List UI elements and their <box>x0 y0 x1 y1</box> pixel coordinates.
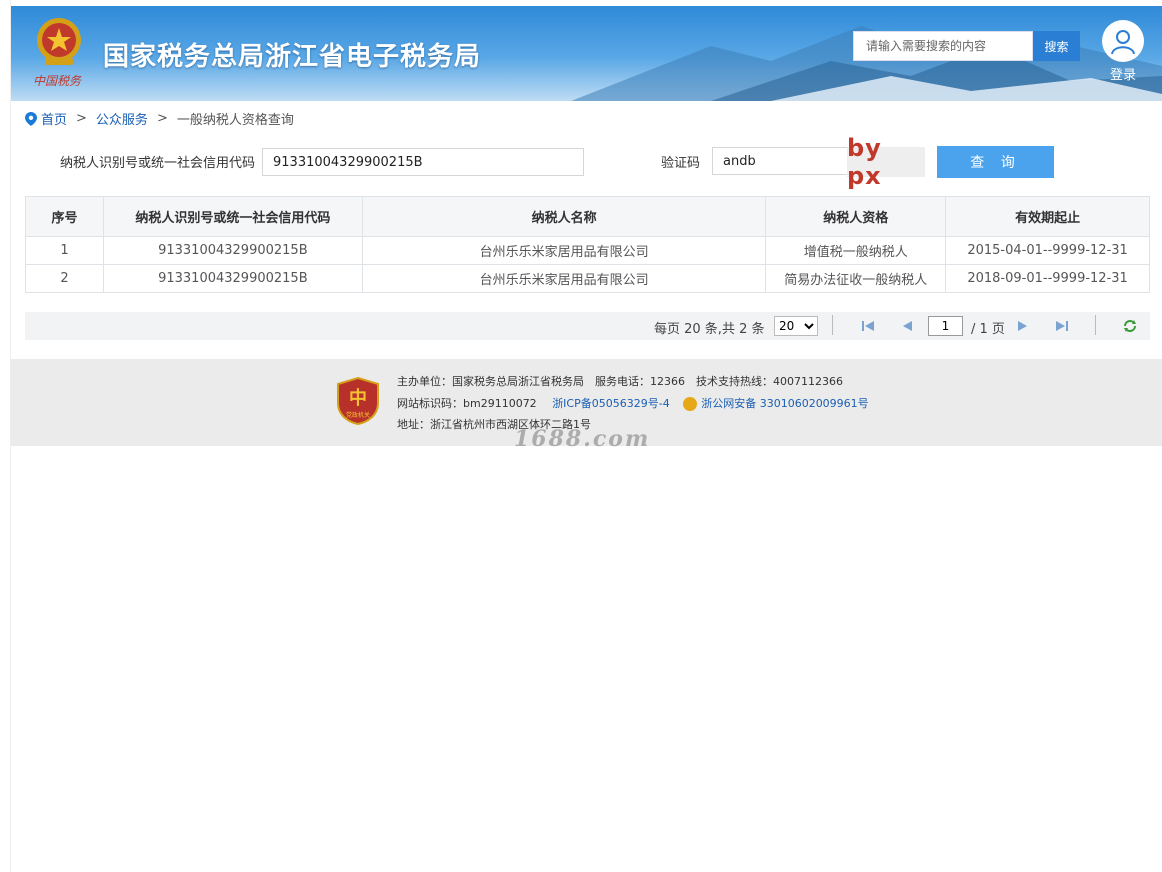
cell-qualification: 增值税一般纳税人 <box>765 236 947 265</box>
refresh-icon[interactable] <box>1122 318 1138 334</box>
footer-site-id: 网站标识码：bm29110072 <box>397 397 537 410</box>
prev-page-icon[interactable] <box>900 318 916 334</box>
page-size-select[interactable]: 20 <box>774 316 818 336</box>
header-banner: 中国税务 国家税务总局浙江省电子税务局 搜索 登录 <box>11 6 1162 101</box>
cell-taxpayer-name: 台州乐乐米家居用品有限公司 <box>361 236 767 265</box>
search-button[interactable]: 搜索 <box>1033 31 1080 61</box>
taxpayer-id-label: 纳税人识别号或统一社会信用代码 <box>60 156 256 171</box>
last-page-icon[interactable] <box>1054 318 1070 334</box>
breadcrumb-separator: > <box>156 111 168 126</box>
page: 中国税务 国家税务总局浙江省电子税务局 搜索 登录 首页 > 公众服务 > 一般… <box>11 6 1162 452</box>
col-header-validity: 有效期起止 <box>945 196 1150 237</box>
total-pages-label: / 1 页 <box>971 322 1005 337</box>
footer-site-info: 网站标识码：bm29110072 浙ICP备05056329号-4 浙公网安备 … <box>397 395 869 411</box>
col-header-taxpayer-name: 纳税人名称 <box>361 196 767 237</box>
first-page-icon[interactable] <box>860 318 876 334</box>
breadcrumb-separator: > <box>76 111 87 126</box>
captcha-image[interactable]: by px <box>847 134 925 190</box>
col-header-qualification: 纳税人资格 <box>765 196 947 237</box>
search-input[interactable] <box>853 31 1033 61</box>
table-header-row: 序号 纳税人识别号或统一社会信用代码 纳税人名称 纳税人资格 有效期起止 <box>25 196 1150 237</box>
tax-emblem-icon <box>37 18 81 65</box>
captcha-label: 验证码 <box>661 156 701 171</box>
table-row[interactable]: 1 91331004329900215B 台州乐乐米家居用品有限公司 增值税一般… <box>25 236 1150 265</box>
watermark: 1688.com <box>514 426 651 452</box>
taxpayer-id-input[interactable] <box>262 148 584 176</box>
breadcrumb-current: 一般纳税人资格查询 <box>176 113 294 128</box>
emblem-subtitle: 中国税务 <box>33 74 82 88</box>
pagination-bar: 每页 20 条,共 2 条 20 / 1 页 <box>25 312 1150 340</box>
cell-validity: 2018-09-01--9999-12-31 <box>945 264 1150 293</box>
party-government-badge-icon[interactable]: 中 党政机关 <box>337 377 379 425</box>
user-icon <box>1102 20 1144 62</box>
captcha-input[interactable] <box>712 147 848 175</box>
next-page-icon[interactable] <box>1014 318 1030 334</box>
pager-divider <box>832 315 833 335</box>
footer-icp-link[interactable]: 浙ICP备05056329号-4 <box>552 397 670 410</box>
cell-taxpayer-id: 91331004329900215B <box>102 264 363 293</box>
cell-taxpayer-name: 台州乐乐米家居用品有限公司 <box>361 264 767 293</box>
breadcrumb-public-service-link[interactable]: 公众服务 <box>96 109 148 128</box>
current-page-input[interactable] <box>928 316 963 336</box>
left-window-edge <box>0 0 11 872</box>
footer-police-record-link[interactable]: 浙公网安备 33010602009961号 <box>701 397 868 410</box>
pagination-summary: 每页 20 条,共 2 条 <box>654 322 765 337</box>
login-label: 登录 <box>1109 68 1136 83</box>
cell-index: 2 <box>25 264 104 293</box>
location-pin-icon <box>25 111 37 126</box>
footer-organizer: 主办单位：国家税务总局浙江省税务局 服务电话：12366 技术支持热线：4007… <box>397 375 843 388</box>
col-header-index: 序号 <box>25 196 104 237</box>
svg-text:中: 中 <box>349 387 367 409</box>
breadcrumb-home-link[interactable]: 首页 <box>41 109 67 128</box>
table-row[interactable]: 2 91331004329900215B 台州乐乐米家居用品有限公司 简易办法征… <box>25 264 1150 293</box>
col-header-taxpayer-id: 纳税人识别号或统一社会信用代码 <box>102 196 363 237</box>
breadcrumb: 首页 > 公众服务 > 一般纳税人资格查询 <box>25 109 294 128</box>
query-button[interactable]: 查 询 <box>937 146 1054 178</box>
cell-index: 1 <box>25 236 104 265</box>
badge-text: 党政机关 <box>346 411 370 419</box>
police-emblem-icon <box>683 397 698 411</box>
cell-qualification: 简易办法征收一般纳税人 <box>765 264 947 293</box>
cell-taxpayer-id: 91331004329900215B <box>102 236 363 265</box>
results-table: 序号 纳税人识别号或统一社会信用代码 纳税人名称 纳税人资格 有效期起止 1 9… <box>25 196 1150 293</box>
login-button[interactable]: 登录 <box>1101 20 1145 83</box>
cell-validity: 2015-04-01--9999-12-31 <box>945 236 1150 265</box>
site-title: 国家税务总局浙江省电子税务局 <box>103 42 482 72</box>
pager-divider <box>1095 315 1096 335</box>
